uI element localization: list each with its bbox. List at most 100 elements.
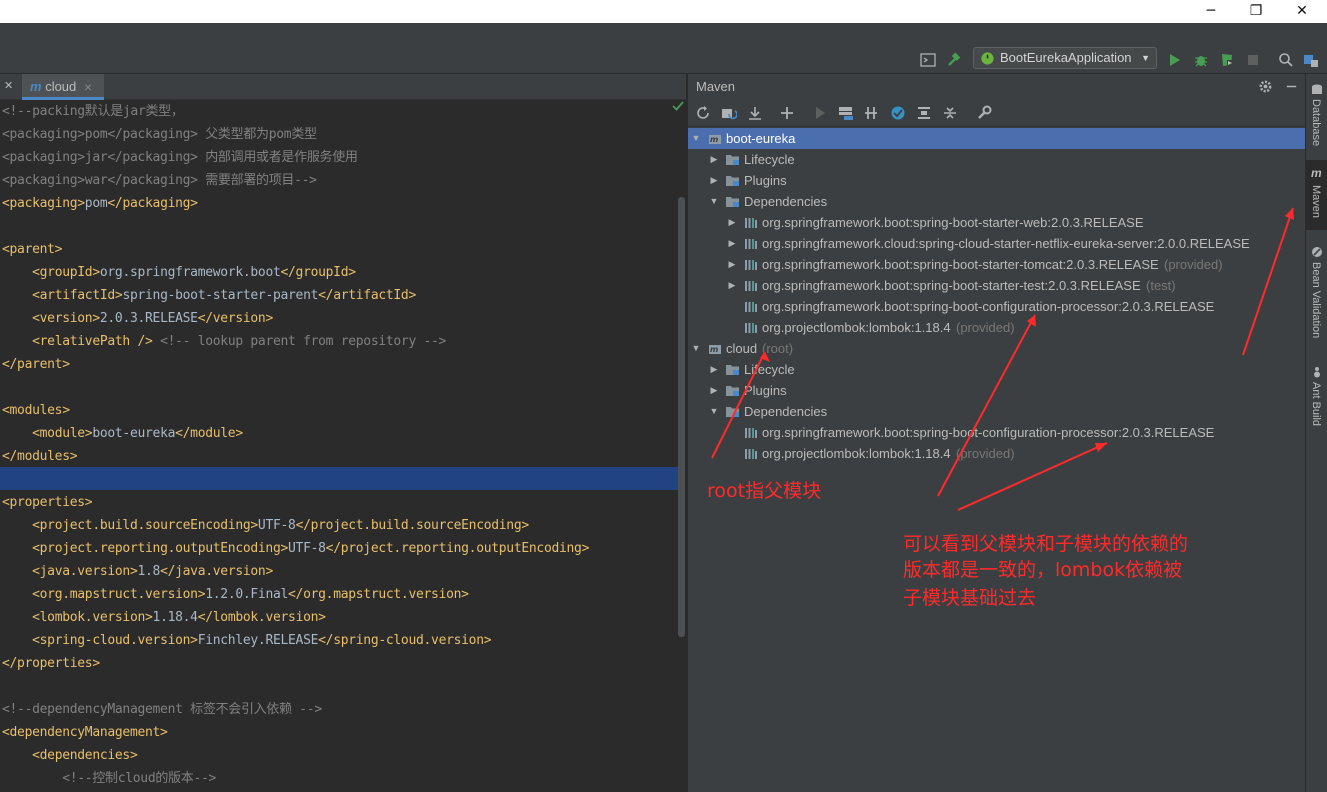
expanded-arrow-icon[interactable]: ▼ (708, 191, 720, 212)
maven-tree-item[interactable]: ▼ Dependencies (688, 191, 1305, 212)
maven-tree-item[interactable]: org.springframework.boot:spring-boot-con… (688, 296, 1305, 317)
code-token: <packaging>jar</packaging> 内部调用或者是作服务使用 (2, 150, 358, 165)
maven-tree-item[interactable]: ▶ Lifecycle (688, 149, 1305, 170)
execute-goal-icon[interactable] (838, 105, 854, 121)
generate-sources-icon[interactable] (721, 105, 737, 121)
skip-tests-icon[interactable] (890, 105, 906, 121)
side-tab-database[interactable]: Database (1306, 82, 1327, 152)
code-token: 1.8 (137, 564, 161, 579)
tree-item-label: org.projectlombok:lombok:1.18.4 (762, 446, 951, 461)
stop-icon[interactable] (1245, 52, 1261, 68)
code-token: <!--控制cloud的版本--> (62, 771, 217, 786)
download-icon[interactable] (747, 105, 763, 121)
maven-tree-item[interactable]: org.projectlombok:lombok:1.18.4 (provided… (688, 443, 1305, 464)
code-token: </version> (197, 311, 274, 326)
tree-item-scope-wrap: (test) (1146, 275, 1176, 296)
reimport-icon[interactable] (695, 105, 711, 121)
maven-tree-item[interactable]: ▶ org.springframework.cloud:spring-cloud-… (688, 233, 1305, 254)
code-line: <dependencyManagement> (2, 721, 168, 744)
close-window-button[interactable]: ✕ (1279, 0, 1325, 23)
debug-icon[interactable] (1193, 52, 1209, 68)
tree-item-scope: (provided) (956, 320, 1015, 335)
collapsed-arrow-icon[interactable]: ▶ (726, 275, 738, 296)
close-icon[interactable]: ✕ (84, 83, 92, 94)
show-dependencies-icon[interactable] (916, 105, 932, 121)
wrench-icon[interactable] (976, 105, 992, 121)
editor-scrollbar[interactable] (678, 197, 685, 637)
expanded-arrow-icon[interactable]: ▼ (690, 338, 702, 359)
terminal-icon[interactable] (920, 52, 936, 68)
folder-icon (726, 365, 739, 375)
collapsed-arrow-icon[interactable]: ▶ (708, 149, 720, 170)
collapsed-arrow-icon[interactable]: ▶ (708, 380, 720, 401)
code-line: <packaging>war</packaging> 需要部署的项目--> (2, 169, 317, 192)
maven-tree-item[interactable]: ▼ m cloud (root) (688, 338, 1305, 359)
annotation-version-note-line3: 子模块基础过去 (903, 587, 1037, 609)
maven-tree-item[interactable]: ▶ Plugins (688, 170, 1305, 191)
library-icon (745, 260, 757, 270)
code-token: </packaging> (107, 196, 198, 211)
code-token: </properties> (2, 656, 100, 671)
code-token: </packaging> 父类型都为pom类型 (107, 127, 317, 142)
code-token: </spring-cloud.version> (318, 633, 492, 648)
maven-tree-item[interactable]: ▶ Lifecycle (688, 359, 1305, 380)
code-editor[interactable]: <!--packing默认是jar类型， <packaging>pom</pack… (0, 100, 686, 792)
run-configuration-select[interactable]: BootEurekaApplication ▼ (973, 47, 1157, 69)
maven-tree-item[interactable]: ▶ org.springframework.boot:spring-boot-st… (688, 275, 1305, 296)
collapse-all-icon[interactable] (942, 105, 958, 121)
maven-tree-item[interactable]: org.projectlombok:lombok:1.18.4 (provided… (688, 317, 1305, 338)
code-token: </module> (175, 426, 243, 441)
maven-tree-item[interactable]: ▼ Dependencies (688, 401, 1305, 422)
side-tab-maven[interactable]: m Maven (1306, 160, 1327, 230)
run-maven-build-icon[interactable] (812, 105, 828, 121)
collapsed-arrow-icon[interactable]: ▶ (726, 254, 738, 275)
collapsed-arrow-icon[interactable]: ▶ (726, 233, 738, 254)
code-token: <relativePath /> (32, 334, 153, 349)
tree-item-label: cloud (726, 341, 758, 356)
coverage-icon[interactable] (1219, 52, 1235, 68)
maven-tree-item[interactable]: org.springframework.boot:spring-boot-con… (688, 422, 1305, 443)
code-token: pom (84, 196, 108, 211)
code-line: <groupId>org.springframework.boot</group… (2, 261, 356, 284)
build-hammer-icon[interactable] (946, 52, 962, 68)
maven-tree-item[interactable]: ▶ org.springframework.boot:spring-boot-st… (688, 212, 1305, 233)
collapsed-arrow-icon[interactable]: ▶ (708, 170, 720, 191)
restore-button[interactable]: ❐ (1233, 0, 1279, 23)
expanded-arrow-icon[interactable]: ▼ (708, 401, 720, 422)
side-tab-bean-validation[interactable]: Bean Validation (1306, 244, 1327, 344)
side-tab-ant-build[interactable]: Ant Build (1306, 364, 1327, 434)
run-icon[interactable] (1167, 52, 1183, 68)
project-structure-icon[interactable] (1303, 52, 1319, 68)
code-line: <relativePath /> <!-- lookup parent from… (2, 330, 446, 353)
collapsed-arrow-icon[interactable]: ▶ (708, 359, 720, 380)
maven-tree-item[interactable]: ▶ Plugins (688, 380, 1305, 401)
minimize-panel-icon[interactable] (1284, 79, 1299, 94)
code-token: </artifactId> (318, 288, 416, 303)
code-token: <parent> (2, 242, 63, 257)
search-icon[interactable] (1278, 52, 1294, 68)
code-line: <packaging>pom</packaging> 父类型都为pom类型 (2, 123, 317, 146)
collapsed-arrow-icon[interactable]: ▶ (726, 212, 738, 233)
code-token: boot-eureka (92, 426, 176, 441)
code-token: </project.reporting.outputEncoding> (325, 541, 590, 556)
expanded-arrow-icon[interactable]: ▼ (690, 128, 702, 149)
code-token: 1.18.4 (152, 610, 198, 625)
toggle-offline-icon[interactable] (864, 105, 880, 121)
code-token: <packaging> (2, 127, 85, 142)
chevron-down-icon: ▼ (1141, 53, 1150, 63)
close-icon[interactable]: ✕ (4, 74, 13, 100)
maven-tree-item[interactable]: ▶ org.springframework.boot:spring-boot-st… (688, 254, 1305, 275)
tab-cloud-pom[interactable]: m cloud ✕ (22, 74, 104, 100)
add-icon[interactable] (779, 105, 795, 121)
code-line: <java.version>1.8</java.version> (2, 560, 273, 583)
minimize-button[interactable]: ─ (1188, 0, 1234, 23)
gear-icon[interactable] (1258, 79, 1273, 94)
maven-tree-item[interactable]: ▼ m boot-eureka (688, 128, 1305, 149)
code-line: <spring-cloud.version>Finchley.RELEASE</… (2, 629, 491, 652)
code-token: <!--packing默认是jar类型， (2, 104, 184, 119)
code-token: <packaging>war</packaging> 需要部署的项目--> (2, 173, 317, 188)
